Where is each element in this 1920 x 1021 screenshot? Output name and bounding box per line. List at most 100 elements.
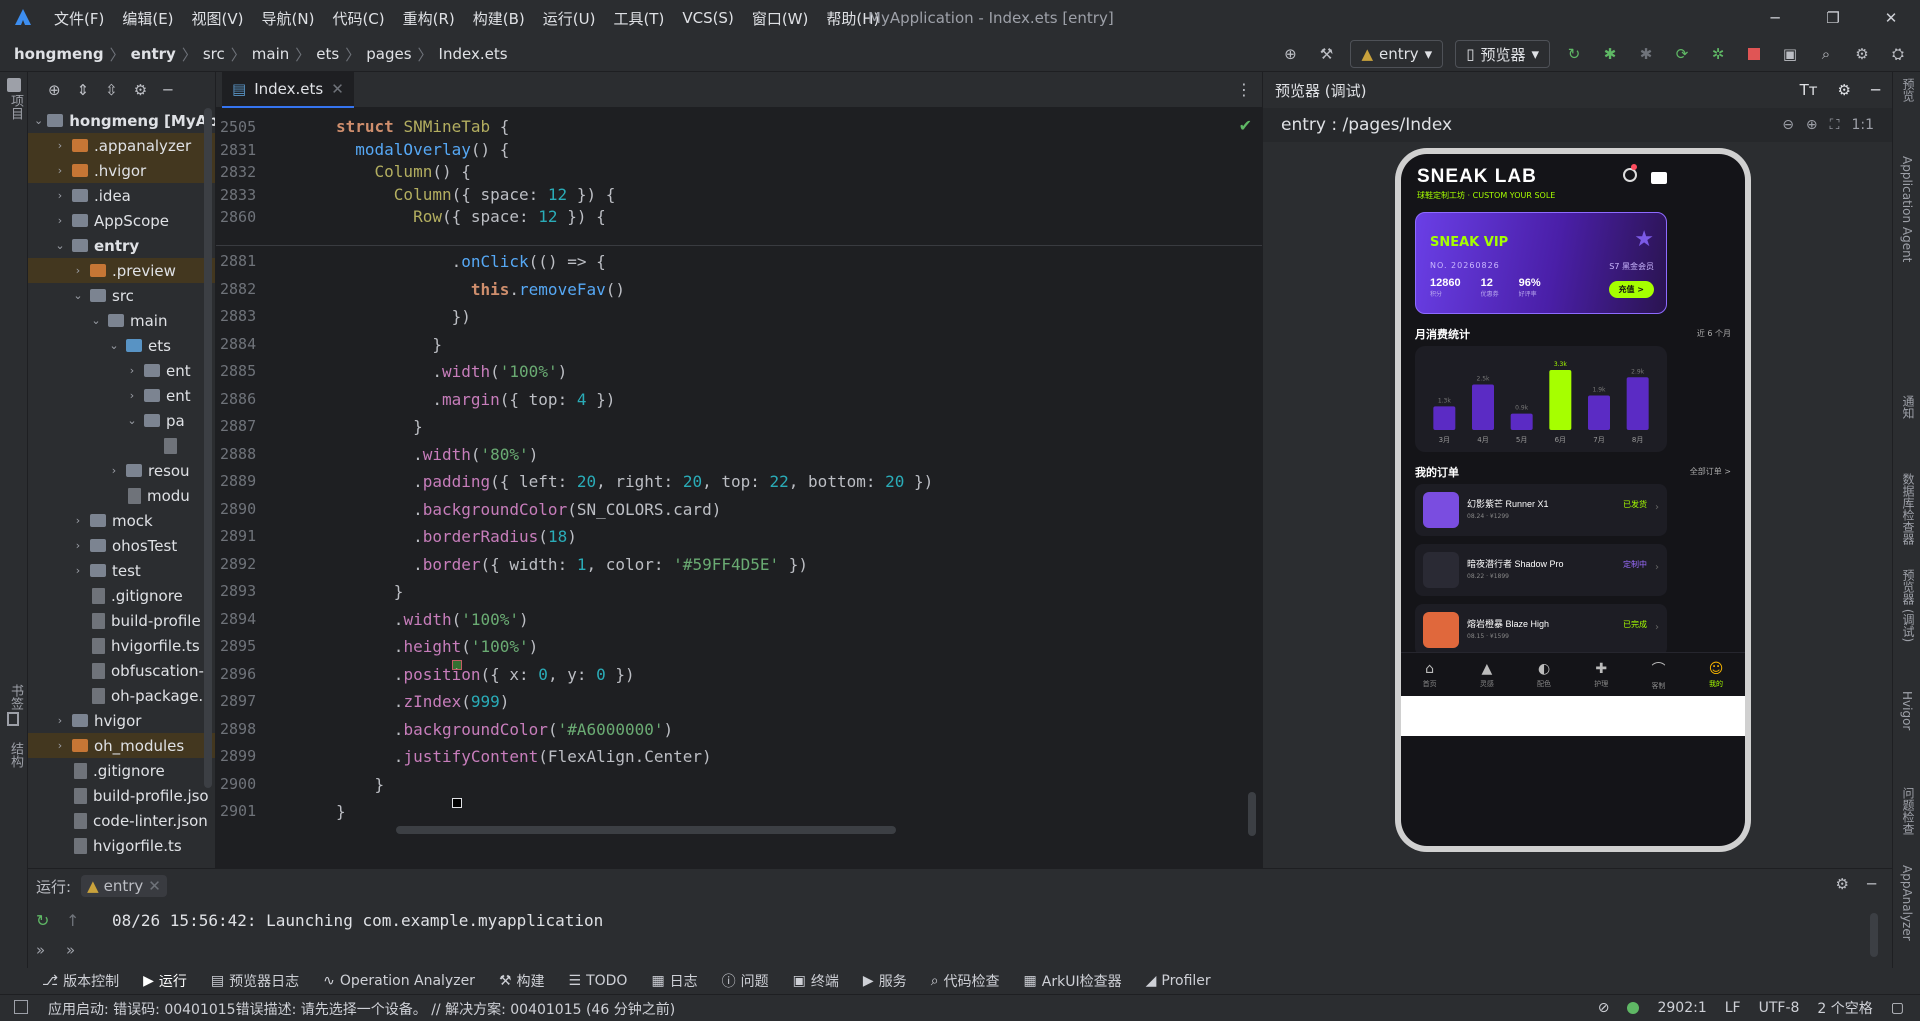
tree-node[interactable]: › oh_modules	[28, 733, 215, 758]
tree-node[interactable]: › .preview	[28, 258, 215, 283]
tree-node[interactable]: › .appanalyzer	[28, 133, 215, 158]
ide-logo-icon[interactable]: ⛭	[1886, 42, 1910, 66]
run-config-select[interactable]: ▲ entry ▾	[1350, 40, 1444, 68]
minimize-icon[interactable]: ─	[1746, 9, 1804, 27]
attach-debugger-icon[interactable]: ✱	[1634, 42, 1658, 66]
tree-node[interactable]: ⌄ pa	[28, 408, 215, 433]
tree-node[interactable]: › hvigor	[28, 708, 215, 733]
chevron-right-icon[interactable]: ›	[106, 464, 122, 477]
tree-scrollbar[interactable]	[204, 108, 212, 788]
tool-window-3[interactable]: ▤ 预览器日志	[211, 971, 299, 991]
sticky-line[interactable]: 2860 Row({ space: 12 }) {	[216, 206, 1262, 229]
code-line[interactable]: .width('100%')	[336, 358, 1236, 386]
tool-window-7[interactable]: ▦ 日志	[651, 971, 697, 991]
order-card[interactable]: 幻影紫芒 Runner X1 08.24 · ¥1299 已发货 ›	[1415, 484, 1667, 536]
stop-icon[interactable]	[1742, 42, 1766, 66]
more-icon[interactable]: »	[66, 941, 75, 959]
caret-position[interactable]: 2902:1	[1657, 1000, 1706, 1016]
bookmarks-tool-label[interactable]: 书签	[6, 684, 25, 710]
chevron-right-icon[interactable]: ›	[52, 164, 68, 177]
menu-item[interactable]: VCS(S)	[682, 9, 733, 27]
chevron-right-icon[interactable]: ›	[52, 739, 68, 752]
tree-node[interactable]: › test	[28, 558, 215, 583]
message-icon[interactable]	[1651, 172, 1667, 184]
lock-icon[interactable]: ▢	[1891, 1000, 1904, 1016]
vertical-scrollbar[interactable]	[1248, 792, 1256, 836]
status-message[interactable]: 应用启动: 错误码: 00401015错误描述: 请先选择一个设备。 // 解决…	[48, 999, 675, 1019]
code-line[interactable]: .zIndex(999)	[336, 688, 1236, 716]
menu-item[interactable]: 代码(C)	[332, 8, 384, 29]
tool-window-11[interactable]: ⌕ 代码检查	[931, 971, 1000, 991]
tool-window-12[interactable]: ▦ ArkUI检查器	[1024, 971, 1122, 991]
tree-node[interactable]: build-profile.jso	[28, 783, 215, 808]
tree-node[interactable]: build-profile	[28, 608, 215, 633]
fit-screen-icon[interactable]: ⛶	[1830, 117, 1840, 133]
tree-node[interactable]: oh-package.	[28, 683, 215, 708]
right-tool-label[interactable]: Application Agent	[1900, 156, 1914, 262]
tree-node[interactable]: ⌄ entry	[28, 233, 215, 258]
tree-node[interactable]: › ent	[28, 358, 215, 383]
gear-icon[interactable]: ⚙	[1838, 81, 1851, 99]
expand-all-icon[interactable]: ⇕	[77, 81, 90, 99]
menu-item[interactable]: 窗口(W)	[752, 8, 809, 29]
right-tool-label[interactable]: 预览器 (调试)	[1900, 569, 1917, 642]
tree-node[interactable]: .gitignore	[28, 758, 215, 783]
menu-item[interactable]: 视图(V)	[192, 8, 244, 29]
more-options-icon[interactable]: ⋮	[1236, 80, 1252, 99]
order-card[interactable]: 熔岩橙暴 Blaze High 08.15 · ¥1599 已完成 ›	[1415, 604, 1667, 656]
horizontal-scrollbar[interactable]	[396, 826, 896, 834]
hide-icon[interactable]: ─	[163, 81, 172, 99]
orders-all-link[interactable]: 全部订单 >	[1690, 466, 1731, 477]
structure-tool-label[interactable]: 结构	[6, 742, 25, 768]
rerun-icon[interactable]: ↻	[36, 911, 49, 930]
chevron-right-icon[interactable]: ›	[70, 264, 86, 277]
breadcrumb-item[interactable]: entry	[131, 45, 176, 63]
tree-node[interactable]: ⌄ src	[28, 283, 215, 308]
right-tool-label[interactable]: AppAnalyzer	[1900, 865, 1914, 941]
code-line[interactable]: .border({ width: 1, color: '#59FF4D5E' }…	[336, 551, 1236, 579]
vip-card[interactable]: SNEAK VIP NO. 20260826 ★ S7 黑金会员 12860 积分…	[1415, 212, 1667, 314]
breadcrumb-item[interactable]: main	[252, 45, 289, 63]
code-line[interactable]: })	[336, 303, 1236, 331]
breadcrumb-item[interactable]: ets	[316, 45, 339, 63]
right-tool-label[interactable]: 问题检查	[1900, 787, 1917, 835]
maximize-icon[interactable]: ❐	[1804, 9, 1862, 27]
device-manager-icon[interactable]: ▣	[1778, 42, 1802, 66]
indent-setting[interactable]: 2 个空格	[1817, 998, 1872, 1018]
tree-node[interactable]: › .hvigor	[28, 158, 215, 183]
tree-node[interactable]: ⌄ hongmeng [MyAp	[28, 108, 215, 133]
debug-icon[interactable]: ✱	[1598, 42, 1622, 66]
tree-node[interactable]: ⌄ main	[28, 308, 215, 333]
tree-node[interactable]: › resou	[28, 458, 215, 483]
chevron-down-icon[interactable]: ⌄	[124, 414, 140, 427]
chevron-right-icon[interactable]: ›	[70, 514, 86, 527]
gear-icon[interactable]: ⚙	[134, 81, 147, 99]
menu-item[interactable]: 文件(F)	[54, 8, 104, 29]
app-tab[interactable]: ◐ 配色	[1537, 661, 1551, 689]
locate-icon[interactable]: ⊕	[48, 81, 61, 99]
tab-index-ets[interactable]: ▤ Index.ets ✕	[222, 72, 354, 108]
hammer-icon[interactable]: ⚒	[1314, 42, 1338, 66]
reload-icon[interactable]: ⟳	[1670, 42, 1694, 66]
close-icon[interactable]: ✕	[1862, 9, 1920, 27]
tree-node[interactable]: › mock	[28, 508, 215, 533]
code-line[interactable]: }	[336, 798, 1236, 826]
code-line[interactable]: .width('80%')	[336, 441, 1236, 469]
menu-item[interactable]: 导航(N)	[262, 8, 315, 29]
chevron-right-icon[interactable]: ›	[52, 214, 68, 227]
chevron-down-icon[interactable]: ⌄	[34, 114, 43, 127]
profile-icon[interactable]: ✲	[1706, 42, 1730, 66]
order-card[interactable]: 暗夜潜行者 Shadow Pro 08.22 · ¥1899 定制中 ›	[1415, 544, 1667, 596]
tool-window-1[interactable]: ⎇ 版本控制	[42, 971, 119, 991]
tree-node[interactable]: obfuscation-	[28, 658, 215, 683]
status-panel-icon[interactable]	[14, 1000, 28, 1014]
gear-icon[interactable]: ⚙	[1850, 42, 1874, 66]
device-select[interactable]: ▯ 预览器 ▾	[1455, 40, 1550, 68]
monthly-range[interactable]: 近 6 个月	[1697, 328, 1731, 339]
app-tab[interactable]: ⌂ 首页	[1423, 661, 1437, 689]
breadcrumb-item[interactable]: src	[203, 45, 225, 63]
tool-window-4[interactable]: ∿ Operation Analyzer	[323, 973, 475, 989]
breadcrumb-item[interactable]: hongmeng	[14, 45, 104, 63]
project-icon[interactable]	[7, 78, 21, 92]
tool-window-13[interactable]: ◢ Profiler	[1146, 973, 1211, 989]
